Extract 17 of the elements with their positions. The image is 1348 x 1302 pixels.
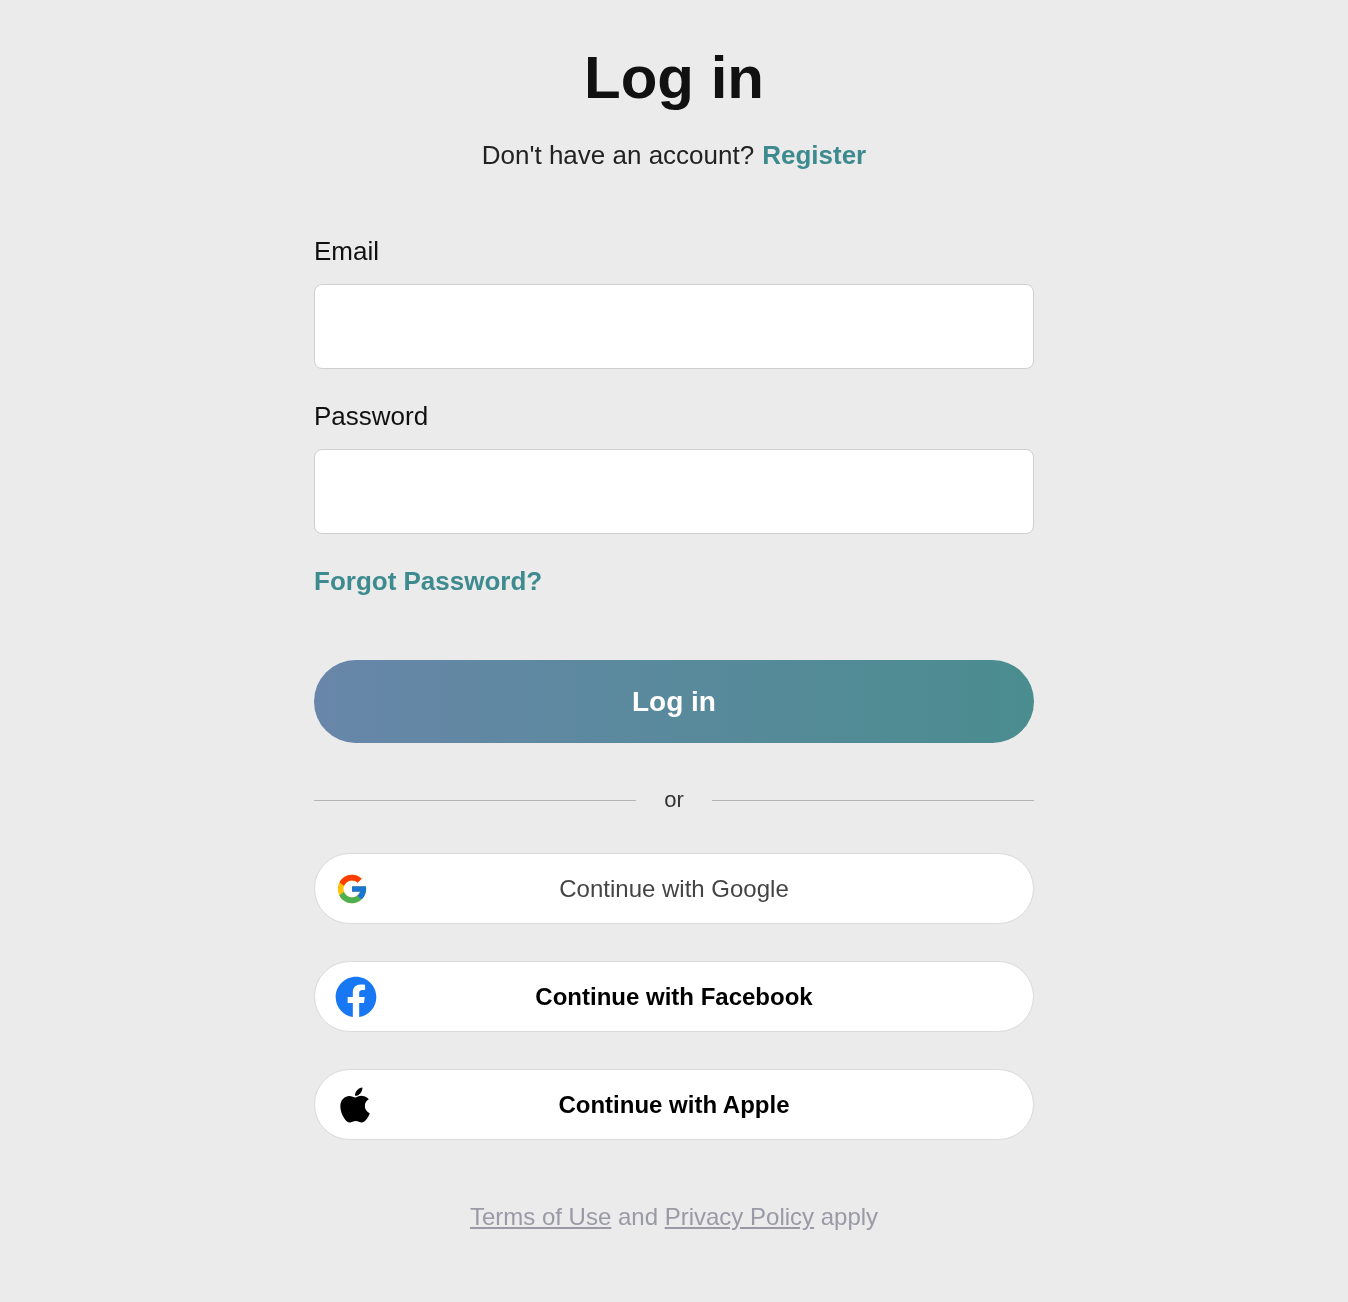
page-title: Log in bbox=[583, 43, 765, 113]
terms-link[interactable]: Terms of Use bbox=[469, 1203, 612, 1230]
login-button[interactable]: Log in bbox=[314, 660, 1034, 743]
divider-text: or bbox=[664, 787, 684, 813]
social-login-button[interactable]: Continue with Apple bbox=[314, 1069, 1034, 1140]
input-field[interactable] bbox=[314, 449, 1034, 534]
facebook-icon bbox=[335, 975, 377, 1018]
field-label: Email bbox=[314, 235, 379, 268]
social-login-button[interactable]: Continue with Facebook bbox=[314, 961, 1034, 1032]
forgot-password-link[interactable]: Forgot Password? bbox=[314, 564, 543, 598]
signup-prompt: Don't have an account? bbox=[481, 139, 755, 172]
social-login-button[interactable]: Continue with Google bbox=[314, 853, 1034, 924]
input-field[interactable] bbox=[314, 284, 1034, 369]
field-label: Password bbox=[314, 400, 429, 433]
privacy-link[interactable]: Privacy Policy bbox=[664, 1203, 815, 1230]
legal-notice: Terms of Use and Privacy Policy apply bbox=[468, 1203, 880, 1231]
register-link[interactable]: Register bbox=[762, 138, 867, 172]
